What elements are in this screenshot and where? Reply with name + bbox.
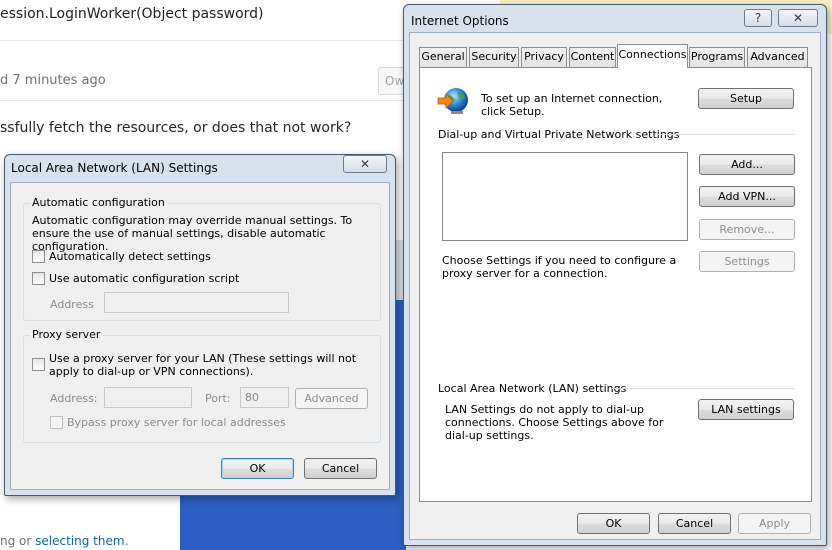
divider bbox=[0, 40, 404, 41]
lan-ok-button[interactable]: OK bbox=[221, 458, 294, 479]
proxy-port-label: Port: bbox=[205, 392, 231, 405]
tab-connections[interactable]: Connections bbox=[617, 44, 688, 68]
add-vpn-button[interactable]: Add VPN... bbox=[699, 186, 795, 207]
script-address-field[interactable] bbox=[104, 292, 289, 313]
divider bbox=[612, 388, 795, 389]
auto-config-description: Automatic configuration may override man… bbox=[32, 214, 353, 253]
help-button[interactable]: ? bbox=[744, 9, 772, 27]
settings-button[interactable]: Settings bbox=[699, 251, 795, 272]
proxy-address-label: Address: bbox=[50, 392, 98, 405]
add-button[interactable]: Add... bbox=[699, 154, 795, 175]
lan-section-title: Local Area Network (LAN) settings bbox=[438, 382, 627, 395]
tab-general[interactable]: General bbox=[419, 47, 467, 67]
lan-settings-button[interactable]: LAN settings bbox=[698, 399, 794, 420]
bypass-local-checkbox[interactable] bbox=[50, 416, 63, 429]
script-address-label: Address bbox=[50, 298, 94, 311]
lan-cancel-button[interactable]: Cancel bbox=[304, 458, 377, 479]
cancel-button[interactable]: Cancel bbox=[658, 513, 731, 534]
divider bbox=[0, 100, 404, 101]
proxy-server-title: Proxy server bbox=[30, 328, 103, 341]
internet-options-client: General Security Privacy Content Connect… bbox=[409, 32, 821, 540]
comment-text: ssfully fetch the resources, or does tha… bbox=[0, 120, 352, 136]
ok-button[interactable]: OK bbox=[577, 513, 650, 534]
code-snippet-line: ession.LoginWorker(Object password) bbox=[0, 6, 264, 22]
use-proxy-checkbox[interactable] bbox=[32, 358, 45, 371]
automatic-configuration-title: Automatic configuration bbox=[30, 196, 167, 209]
auto-detect-checkbox[interactable] bbox=[32, 250, 45, 263]
remove-button[interactable]: Remove... bbox=[699, 219, 795, 240]
close-icon: ✕ bbox=[359, 157, 371, 171]
connections-tab-panel: To set up an Internet connection, click … bbox=[419, 67, 812, 502]
connections-list[interactable] bbox=[442, 152, 688, 241]
setup-description: To set up an Internet connection, click … bbox=[481, 92, 663, 118]
tab-security[interactable]: Security bbox=[469, 47, 519, 67]
setup-button[interactable]: Setup bbox=[698, 88, 794, 109]
auto-config-script-checkbox[interactable] bbox=[32, 272, 45, 285]
lan-settings-description: LAN Settings do not apply to dial-up con… bbox=[445, 403, 664, 442]
apply-button[interactable]: Apply bbox=[738, 513, 811, 534]
lan-settings-dialog: Local Area Network (LAN) Settings ✕ Auto… bbox=[4, 154, 396, 496]
tab-content[interactable]: Content bbox=[569, 47, 616, 67]
proxy-settings-hint: Choose Settings if you need to configure… bbox=[442, 254, 677, 280]
footer-suffix: . bbox=[124, 534, 129, 548]
auto-detect-label[interactable]: Automatically detect settings bbox=[49, 250, 211, 263]
close-icon: ✕ bbox=[792, 11, 804, 25]
divider bbox=[655, 134, 795, 135]
tab-privacy[interactable]: Privacy bbox=[521, 47, 567, 67]
close-button[interactable]: ✕ bbox=[343, 155, 387, 173]
tab-programs[interactable]: Programs bbox=[689, 47, 745, 67]
proxy-port-field[interactable]: 80 bbox=[240, 387, 289, 408]
dialup-vpn-section-title: Dial-up and Virtual Private Network sett… bbox=[438, 128, 680, 141]
edited-timestamp[interactable]: d 7 minutes ago bbox=[0, 73, 106, 88]
proxy-advanced-button[interactable]: Advanced bbox=[295, 388, 368, 409]
lan-dialog-title: Local Area Network (LAN) Settings bbox=[11, 161, 218, 175]
bypass-local-label[interactable]: Bypass proxy server for local addresses bbox=[67, 416, 286, 429]
background-blue-panel bbox=[180, 490, 406, 550]
internet-options-dialog: Internet Options ? ✕ General Security Pr… bbox=[403, 4, 827, 546]
help-icon: ? bbox=[754, 11, 762, 25]
lan-dialog-client: Automatic configuration Automatic config… bbox=[10, 182, 390, 490]
globe-with-arrow-icon bbox=[436, 86, 470, 116]
proxy-address-field[interactable] bbox=[104, 387, 192, 408]
selecting-them-link[interactable]: selecting them bbox=[35, 534, 124, 548]
proxy-server-group: Proxy server Use a proxy server for your… bbox=[23, 328, 381, 443]
use-proxy-label[interactable]: Use a proxy server for your LAN (These s… bbox=[49, 352, 374, 378]
automatic-configuration-group: Automatic configuration Automatic config… bbox=[23, 196, 381, 321]
footer-text: ng or selecting them. bbox=[0, 534, 128, 548]
footer-prefix: ng or bbox=[0, 534, 36, 548]
auto-config-script-label[interactable]: Use automatic configuration script bbox=[49, 272, 239, 285]
close-button[interactable]: ✕ bbox=[778, 9, 818, 27]
tab-advanced[interactable]: Advanced bbox=[747, 47, 808, 67]
internet-options-title: Internet Options bbox=[411, 14, 509, 28]
